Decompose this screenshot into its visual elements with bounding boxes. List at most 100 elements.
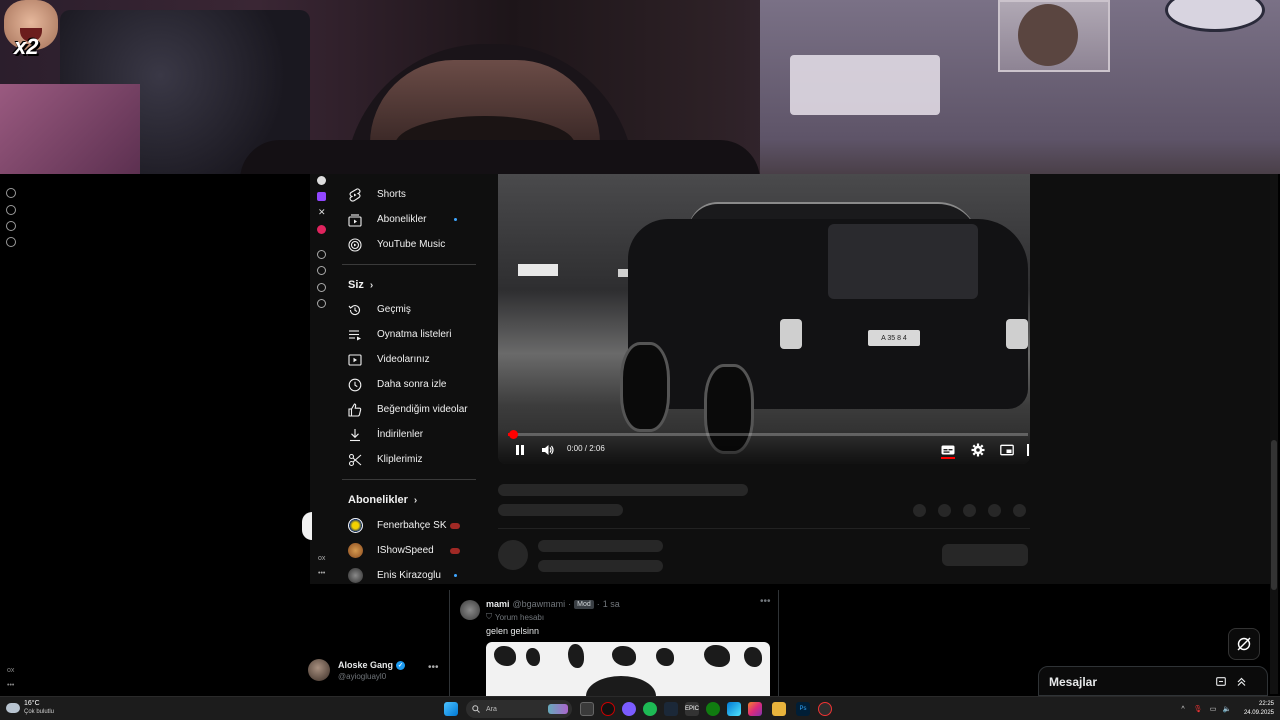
nav-watch-later[interactable]: Daha sonra izle <box>332 372 482 397</box>
network-icon[interactable]: ▭ <box>1208 704 1218 714</box>
image-shape <box>656 648 674 666</box>
history-small-icon[interactable] <box>317 266 326 275</box>
live-indicator-icon <box>450 547 460 554</box>
app-notification-icon[interactable] <box>818 702 832 716</box>
volume-button[interactable] <box>539 442 557 458</box>
nav-shorts[interactable]: Shorts <box>332 182 482 207</box>
file-explorer-icon[interactable] <box>772 702 786 716</box>
windows-start-icon[interactable] <box>444 702 458 716</box>
pause-button[interactable] <box>511 442 529 458</box>
miniplayer-button[interactable] <box>998 442 1016 458</box>
nav-history[interactable]: Geçmiş <box>332 297 482 322</box>
weather-widget[interactable]: 16°C Çok bulutlu <box>6 700 54 716</box>
grok-button[interactable] <box>1228 628 1260 660</box>
action-placeholder <box>913 504 926 517</box>
tweet-image[interactable] <box>486 642 770 696</box>
webcam-poster-face <box>1018 4 1078 66</box>
chat-icon[interactable] <box>317 283 326 292</box>
screen: x2 ox ••• ✕ ox ••• Shorts Abonelikler Yo… <box>0 0 1280 720</box>
speaker-icon[interactable]: 🔈 <box>1222 704 1232 714</box>
tweet-more-icon[interactable]: ••• <box>760 596 771 607</box>
tweet-time[interactable]: 1 sa <box>603 599 620 609</box>
subscription-enis-kirazoglu[interactable]: Enis Kirazoglu <box>332 563 482 584</box>
edge-handle[interactable] <box>302 512 312 540</box>
nav-your-videos[interactable]: Videolarınız <box>332 347 482 372</box>
nav-playlists[interactable]: Oynatma listeleri <box>332 322 482 347</box>
browser-sidebar-icons: ✕ ox ••• <box>310 174 332 584</box>
heart-icon[interactable] <box>317 225 326 234</box>
image-shape <box>526 648 540 666</box>
photoshop-icon[interactable]: Ps <box>796 702 810 716</box>
tweet-avatar[interactable] <box>460 600 480 620</box>
account-switcher[interactable]: Aloske Gang ✓ @ayiogluayl0 ••• <box>308 656 448 686</box>
account-avatar[interactable] <box>308 659 330 681</box>
side-strip-history-icon[interactable] <box>6 205 16 215</box>
captions-button[interactable] <box>939 442 957 459</box>
x-app-icon[interactable] <box>317 176 326 185</box>
nav-subscriptions[interactable]: Abonelikler <box>332 207 482 232</box>
xbox-icon[interactable] <box>706 702 720 716</box>
epic-games-icon[interactable]: EPIC <box>685 702 699 716</box>
side-strip-clock-icon[interactable] <box>6 188 16 198</box>
title-placeholder <box>498 484 748 496</box>
taskbar-search[interactable]: Ara <box>466 700 572 718</box>
channel-name-placeholder <box>538 540 663 552</box>
channel-avatar <box>347 518 363 534</box>
shorts-icon <box>347 187 363 203</box>
scrollbar-thumb[interactable] <box>1271 440 1277 590</box>
theater-mode-icon[interactable] <box>1027 444 1029 456</box>
new-content-dot <box>454 218 457 221</box>
settings-icon[interactable] <box>317 299 326 308</box>
expand-chevron-icon[interactable] <box>1235 675 1247 687</box>
spotify-icon[interactable] <box>643 702 657 716</box>
opera-icon[interactable] <box>601 702 615 716</box>
tray-chevron-icon[interactable]: ^ <box>1178 704 1188 714</box>
image-shape <box>704 645 730 667</box>
messages-drawer[interactable]: Mesajlar <box>1038 666 1268 696</box>
microphone-icon[interactable]: 🎙 <box>1193 704 1203 714</box>
separator-dot: · <box>596 599 600 609</box>
nav-clips[interactable]: Kliplerimiz <box>332 447 482 472</box>
nav-liked-videos[interactable]: Beğendiğim videolar <box>332 397 482 422</box>
steam-icon[interactable] <box>664 702 678 716</box>
youtube-window: ✕ ox ••• Shorts Abonelikler YouTube Musi… <box>310 174 1278 584</box>
task-view-icon[interactable] <box>580 702 594 716</box>
account-handle: @ayiogluayl0 <box>338 672 387 681</box>
browser-side-strip <box>0 174 24 694</box>
progress-bar[interactable] <box>508 430 1028 439</box>
nav-label: Abonelikler <box>377 214 427 225</box>
edge-icon[interactable] <box>727 702 741 716</box>
tweet-text: gelen gelsinn <box>486 626 540 636</box>
settings-button[interactable] <box>969 442 987 458</box>
channel-avatar <box>347 568 363 584</box>
nav-youtube-music[interactable]: YouTube Music <box>332 232 482 257</box>
account-more-icon[interactable]: ••• <box>428 662 439 673</box>
tweet-card[interactable]: mami @bgawmami · Mod · 1 sa ••• ⛉ Yorum … <box>449 590 779 696</box>
instagram-icon[interactable] <box>748 702 762 716</box>
nav-label: Beğendiğim videolar <box>377 404 468 415</box>
subscription-fenerbahce[interactable]: Fenerbahçe SK <box>332 513 482 538</box>
scrollbar-track[interactable] <box>1270 174 1278 694</box>
discord-icon[interactable] <box>622 702 636 716</box>
subscription-ishowspeed[interactable]: IShowSpeed <box>332 538 482 563</box>
more-icon[interactable]: ••• <box>318 570 325 577</box>
corner-more-icon[interactable]: ••• <box>7 682 14 689</box>
ox-label: ox <box>318 555 326 562</box>
video-player[interactable]: A 35 8 4 0:00 / 2:06 <box>498 174 1030 464</box>
webcam-overlay: x2 <box>0 0 1280 174</box>
section-subscriptions-header[interactable]: Abonelikler › <box>348 494 417 506</box>
new-message-icon[interactable] <box>1215 675 1227 687</box>
x-close-icon[interactable]: ✕ <box>318 208 327 217</box>
system-clock[interactable]: 22:25 24.09.2025 <box>1236 700 1274 718</box>
verified-badge-icon: ✓ <box>396 660 406 670</box>
cloud-icon <box>6 703 20 713</box>
twitch-icon[interactable] <box>317 192 326 201</box>
tweet-author-name[interactable]: mami <box>486 599 510 609</box>
nav-downloads[interactable]: İndirilenler <box>332 422 482 447</box>
clock-icon[interactable] <box>317 250 326 259</box>
side-strip-settings-icon[interactable] <box>6 237 16 247</box>
emote-badge: x2 <box>4 0 58 60</box>
tweet-author-handle[interactable]: @bgawmami <box>513 599 566 609</box>
side-strip-chat-icon[interactable] <box>6 221 16 231</box>
section-you-header[interactable]: Siz › <box>348 279 373 291</box>
